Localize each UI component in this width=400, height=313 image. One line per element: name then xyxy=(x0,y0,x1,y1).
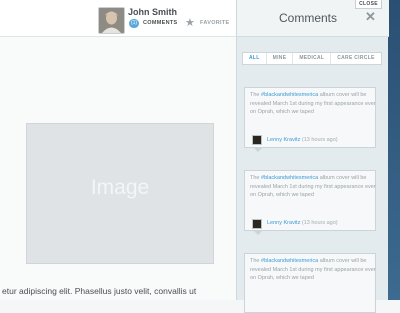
hashtag-link[interactable]: #blackandwhitesmerica xyxy=(261,92,318,98)
speech-bubble-tail xyxy=(253,230,263,235)
image-placeholder: Image xyxy=(26,123,214,264)
close-button[interactable]: CLOSE xyxy=(355,0,382,9)
hashtag-link[interactable]: #blackandwhitesmerica xyxy=(261,258,318,264)
comment-author-avatar[interactable] xyxy=(252,219,262,229)
post-body-text: etur adipiscing elit. Phasellus justo ve… xyxy=(2,286,197,296)
filter-all[interactable]: ALL xyxy=(243,53,267,64)
comment-author: Lenny Kravitz (13 hours ago) xyxy=(267,137,338,143)
avatar-photo xyxy=(99,8,124,33)
comment-text: The #blackandwhitesmerica album cover wi… xyxy=(250,91,376,117)
comment-text-prefix: The xyxy=(250,92,262,98)
comment-text: The #blackandwhitesmerica album cover wi… xyxy=(250,174,376,200)
comment-filter-tabs: ALL MINE MEDICAL CARE CIRCLE xyxy=(242,52,382,65)
comment-text-prefix: The xyxy=(250,175,262,181)
page-background xyxy=(388,0,400,300)
comment-time: (13 hours ago) xyxy=(301,137,338,143)
filter-care-circle[interactable]: CARE CIRCLE xyxy=(331,53,380,64)
comment-author-avatar[interactable] xyxy=(252,135,262,145)
avatar[interactable] xyxy=(98,7,125,34)
favorite-link[interactable]: FAVORITE xyxy=(200,20,230,26)
panel-title: Comments xyxy=(279,11,338,25)
filter-medical[interactable]: MEDICAL xyxy=(293,53,332,64)
comment-card: The #blackandwhitesmerica album cover wi… xyxy=(244,253,376,313)
image-placeholder-label: Image xyxy=(90,176,150,199)
comment-author-name[interactable]: Lenny Kravitz xyxy=(267,137,300,143)
close-icon[interactable]: ✕ xyxy=(365,9,376,25)
star-icon[interactable]: ★ xyxy=(185,16,195,29)
post-header: John Smith (1) COMMENTS ★ FAVORITE xyxy=(0,0,236,37)
user-name[interactable]: John Smith xyxy=(128,7,177,17)
comments-count-icon[interactable]: (1) xyxy=(129,19,139,28)
comment-time: (13 hours ago) xyxy=(301,220,338,226)
main-content: John Smith (1) COMMENTS ★ FAVORITE Image… xyxy=(0,0,236,300)
comment-text-prefix: The xyxy=(250,258,262,264)
comment-author-name[interactable]: Lenny Kravitz xyxy=(267,220,300,226)
comments-link[interactable]: COMMENTS xyxy=(143,20,177,26)
comment-author: Lenny Kravitz (13 hours ago) xyxy=(267,220,338,226)
filter-mine[interactable]: MINE xyxy=(267,53,294,64)
speech-bubble-tail xyxy=(253,147,263,152)
comment-text: The #blackandwhitesmerica album cover wi… xyxy=(250,257,376,283)
hashtag-link[interactable]: #blackandwhitesmerica xyxy=(261,175,318,181)
